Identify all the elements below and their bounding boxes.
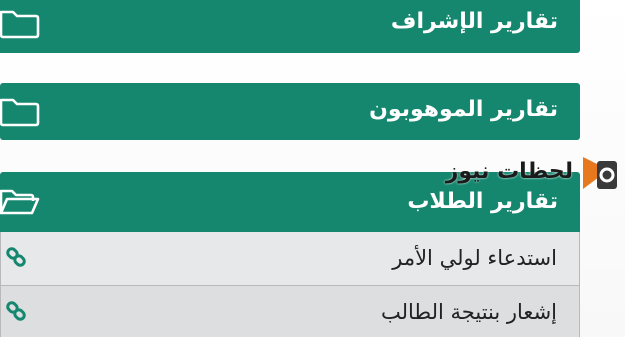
section-gifted-reports[interactable]: تقارير الموهوبون bbox=[0, 83, 580, 140]
list-item-student-result-notice[interactable]: إشعار بنتيجة الطالب bbox=[0, 286, 580, 337]
section-label: تقارير الموهوبون bbox=[369, 97, 558, 122]
link-icon bbox=[6, 301, 26, 321]
news-logo-icon bbox=[583, 157, 617, 189]
list-item-label: إشعار بنتيجة الطالب bbox=[381, 300, 557, 324]
reports-menu: تقارير الإشراف تقارير الموهوبون تقارير ا… bbox=[0, 0, 625, 337]
list-item-label: استدعاء لولي الأمر bbox=[392, 246, 557, 270]
watermark-text: لحظات نيوز bbox=[445, 159, 573, 184]
section-label: تقارير الإشراف bbox=[390, 9, 558, 34]
folder-icon bbox=[0, 98, 40, 127]
link-icon bbox=[6, 247, 26, 267]
watermark: لحظات نيوز bbox=[446, 153, 621, 195]
section-supervision-reports[interactable]: تقارير الإشراف bbox=[0, 0, 580, 53]
folder-icon bbox=[0, 10, 40, 39]
folder-open-icon bbox=[0, 189, 40, 215]
list-item-guardian-summons[interactable]: استدعاء لولي الأمر bbox=[0, 232, 580, 286]
